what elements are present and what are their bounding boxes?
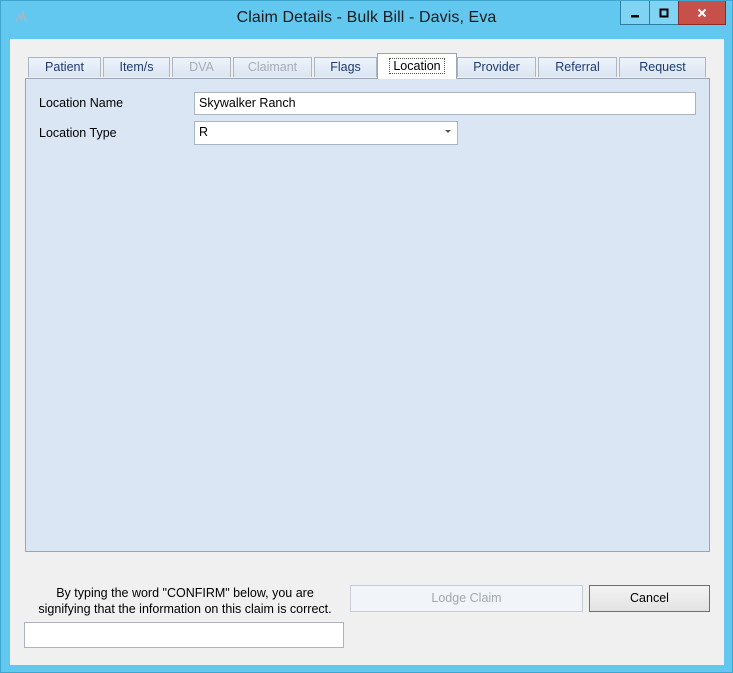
confirm-instructions-line1: By typing the word "CONFIRM" below, you … xyxy=(56,586,314,600)
tab-dva: DVA xyxy=(172,57,231,77)
maximize-icon xyxy=(659,8,669,17)
dialog-client-area: Patient Item/s DVA Claimant Flags Locati… xyxy=(10,39,724,665)
tab-request[interactable]: Request xyxy=(619,57,706,77)
close-button[interactable] xyxy=(678,1,726,25)
tab-provider[interactable]: Provider xyxy=(457,57,536,77)
location-type-value: R xyxy=(199,125,209,139)
location-type-combobox[interactable]: R xyxy=(194,121,458,145)
cancel-button[interactable]: Cancel xyxy=(589,585,710,612)
location-name-label: Location Name xyxy=(39,96,124,110)
minimize-button[interactable] xyxy=(620,1,650,25)
confirm-instructions-line2: signifying that the information on this … xyxy=(38,602,332,616)
maximize-button[interactable] xyxy=(649,1,679,25)
window-controls xyxy=(620,1,726,26)
tab-patient[interactable]: Patient xyxy=(28,57,101,77)
location-panel: Location Name Skywalker Ranch Location T… xyxy=(25,78,710,552)
tab-referral[interactable]: Referral xyxy=(538,57,617,77)
tab-flags[interactable]: Flags xyxy=(314,57,377,77)
claim-details-window: Claim Details - Bulk Bill - Davis, Eva P… xyxy=(0,0,733,673)
tab-items[interactable]: Item/s xyxy=(103,57,170,77)
lodge-claim-button: Lodge Claim xyxy=(350,585,583,612)
confirm-input[interactable] xyxy=(24,622,344,648)
tab-location[interactable]: Location xyxy=(377,53,457,79)
confirm-instructions: By typing the word "CONFIRM" below, you … xyxy=(24,585,346,617)
location-name-input[interactable]: Skywalker Ranch xyxy=(194,92,696,115)
close-icon xyxy=(697,8,707,17)
tab-location-label: Location xyxy=(389,58,445,74)
minimize-icon xyxy=(631,14,639,17)
location-type-label: Location Type xyxy=(39,126,117,140)
title-bar[interactable]: Claim Details - Bulk Bill - Davis, Eva xyxy=(1,1,732,39)
dropdown-arrow-icon[interactable] xyxy=(445,130,451,133)
tab-claimant: Claimant xyxy=(233,57,312,77)
